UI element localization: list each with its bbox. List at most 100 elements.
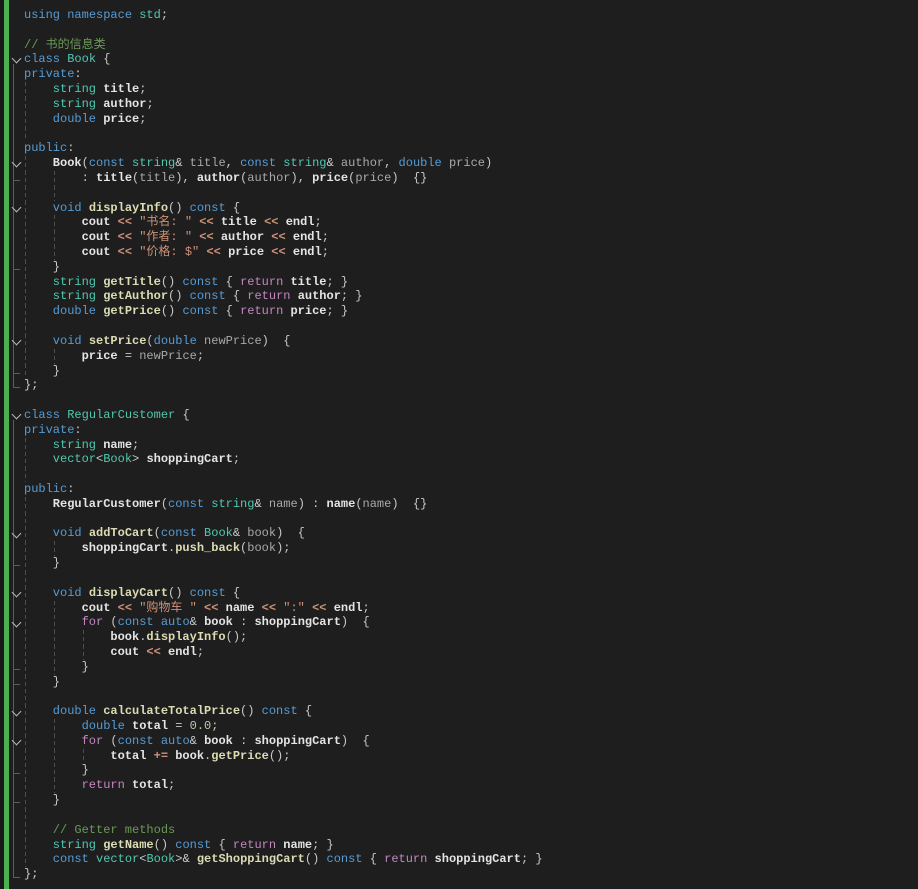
code-line[interactable]: }; <box>24 378 918 393</box>
code-token: << <box>199 215 214 230</box>
code-token: string <box>52 437 97 452</box>
code-line[interactable]: void displayInfo() const { <box>24 200 918 216</box>
code-line[interactable]: cout << "书名: " << title << endl; <box>24 215 918 231</box>
code-line[interactable]: for (const auto& book : shoppingCart) { <box>24 615 918 631</box>
code-token: book <box>204 615 233 630</box>
code-token: return <box>240 274 284 289</box>
code-line[interactable]: vector<Book> shoppingCart; <box>24 452 918 468</box>
indent-guide <box>25 600 26 616</box>
code-line[interactable]: cout << endl; <box>24 644 918 660</box>
code-line[interactable]: public: <box>24 141 918 156</box>
code-line[interactable]: for (const auto& book : shoppingCart) { <box>24 733 918 749</box>
code-line[interactable]: Book(const string& title, const string& … <box>24 156 918 171</box>
code-line[interactable] <box>24 393 918 408</box>
code-line[interactable]: } <box>24 363 918 379</box>
code-line[interactable] <box>24 23 918 38</box>
code-line[interactable]: string name; <box>24 437 918 453</box>
code-line[interactable]: const vector<Book>& getShoppingCart() co… <box>24 852 918 868</box>
code-line[interactable]: class Book { <box>24 52 918 67</box>
code-token: ; <box>321 230 329 245</box>
code-token: : <box>232 615 255 630</box>
code-line[interactable]: class RegularCustomer { <box>24 408 918 423</box>
code-line[interactable]: : title(title), author(author), price(pr… <box>24 170 918 186</box>
code-token: // 书的信息类 <box>24 37 106 52</box>
code-line[interactable]: book.displayInfo(); <box>24 630 918 645</box>
code-token: displayCart <box>88 585 169 600</box>
code-token: const <box>117 733 154 748</box>
code-line[interactable]: string getTitle() const { return title; … <box>24 274 918 290</box>
code-line[interactable]: void displayCart() const { <box>24 585 918 601</box>
code-line[interactable]: total += book.getPrice(); <box>24 748 918 764</box>
code-line[interactable] <box>24 807 918 823</box>
code-line[interactable] <box>24 185 918 201</box>
code-token: & <box>254 496 269 511</box>
code-line[interactable]: double calculateTotalPrice() const { <box>24 704 918 719</box>
code-line[interactable]: void addToCart(const Book& book) { <box>24 526 918 542</box>
code-line[interactable]: string title; <box>24 82 918 97</box>
code-token: total <box>132 778 169 793</box>
code-line[interactable]: double getPrice() const { return price; … <box>24 304 918 320</box>
code-line[interactable]: } <box>24 659 918 675</box>
code-line[interactable] <box>24 511 918 527</box>
code-line[interactable] <box>24 689 918 705</box>
code-line[interactable]: double price; <box>24 111 918 127</box>
code-line[interactable]: private: <box>24 67 918 82</box>
code-line[interactable]: double total = 0.0; <box>24 719 918 734</box>
code-token: private <box>24 67 75 82</box>
code-token: const <box>117 615 154 630</box>
code-line[interactable]: } <box>24 793 918 808</box>
code-token: getAuthor <box>103 289 169 304</box>
code-token: std <box>139 8 161 22</box>
code-token: // Getter methods <box>52 822 176 837</box>
code-line[interactable]: // Getter methods <box>24 822 918 838</box>
code-token: ; <box>321 245 329 259</box>
code-token: using <box>24 8 61 22</box>
code-line[interactable]: } <box>24 259 918 275</box>
code-line[interactable]: string getName() const { return name; } <box>24 837 918 853</box>
indent-guide <box>25 82 26 97</box>
code-line[interactable]: void setPrice(double newPrice) { <box>24 333 918 349</box>
code-token: public <box>24 141 68 156</box>
code-line[interactable]: } <box>24 674 918 690</box>
code-line[interactable]: private: <box>24 423 918 438</box>
code-line[interactable]: RegularCustomer(const string& name) : na… <box>24 496 918 512</box>
code-line[interactable]: cout << "作者: " << author << endl; <box>24 230 918 245</box>
code-line[interactable]: } <box>24 763 918 779</box>
code-line[interactable]: } <box>24 556 918 571</box>
code-token: (); <box>225 630 248 645</box>
code-token: << <box>117 600 133 615</box>
code-line[interactable]: }; <box>24 867 918 882</box>
code-token: price <box>103 111 140 126</box>
indent-guide <box>53 245 55 260</box>
code-token: double <box>52 704 97 719</box>
code-line[interactable] <box>24 467 918 482</box>
code-line[interactable]: string author; <box>24 96 918 112</box>
code-line[interactable] <box>24 126 918 142</box>
code-token: newPrice <box>139 348 197 363</box>
code-line[interactable]: price = newPrice; <box>24 348 918 364</box>
code-text-area[interactable]: using namespace std; // 书的信息类 class Book {… <box>24 8 918 882</box>
code-token: & <box>175 156 190 171</box>
code-token: newPrice <box>204 333 262 348</box>
code-token: { <box>362 852 385 867</box>
code-line[interactable]: shoppingCart.push_back(book); <box>24 541 918 557</box>
code-line[interactable] <box>24 319 918 334</box>
code-line[interactable]: cout << "价格: $" << price << endl; <box>24 245 918 260</box>
chevron-down-icon[interactable] <box>11 54 22 64</box>
code-line[interactable]: using namespace std; <box>24 8 918 23</box>
code-token: return <box>232 837 277 852</box>
chevron-down-icon[interactable] <box>11 409 22 420</box>
code-token: author <box>196 170 241 185</box>
code-line[interactable]: // 书的信息类 <box>24 38 918 53</box>
code-line[interactable]: cout << "购物车 " << name << ":" << endl; <box>24 600 918 616</box>
code-token: return <box>81 778 125 793</box>
code-line[interactable] <box>24 570 918 586</box>
code-token: ; <box>168 778 176 793</box>
code-line[interactable]: public: <box>24 482 918 497</box>
code-line[interactable]: return total; <box>24 778 918 794</box>
code-line[interactable]: string getAuthor() const { return author… <box>24 289 918 305</box>
